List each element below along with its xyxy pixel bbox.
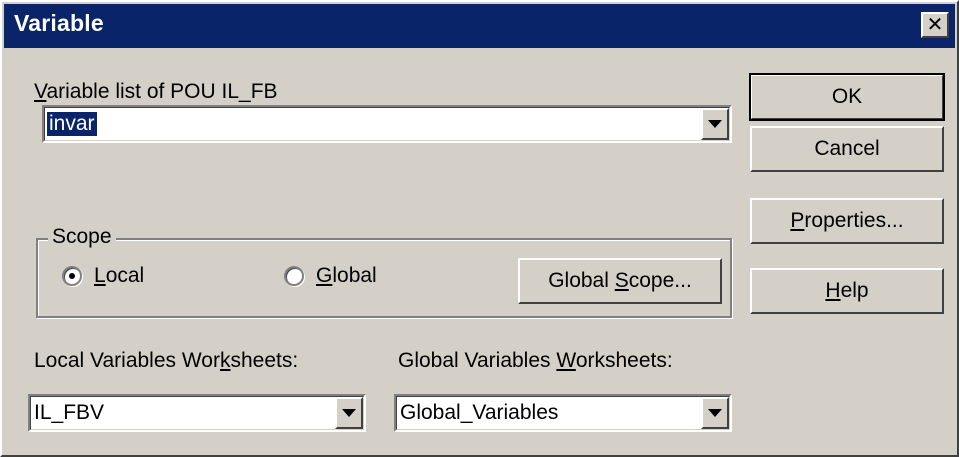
global-worksheets-combo[interactable]: Global_Variables bbox=[394, 394, 732, 432]
radio-selected-dot bbox=[69, 273, 75, 279]
local-worksheets-value: IL_FBV bbox=[34, 401, 105, 424]
ok-button[interactable]: OK bbox=[749, 73, 945, 121]
chevron-down-icon bbox=[708, 409, 722, 417]
chevron-down-icon bbox=[342, 409, 356, 417]
local-worksheets-combo[interactable]: IL_FBV bbox=[28, 394, 366, 432]
local-worksheets-dropdown-button[interactable] bbox=[335, 397, 363, 429]
title-bar[interactable]: Variable ✕ bbox=[4, 4, 955, 48]
chevron-down-icon bbox=[708, 120, 722, 128]
local-radio-label[interactable]: Local bbox=[94, 264, 144, 288]
variable-dialog: Variable ✕ Variable list of POU IL_FB in… bbox=[0, 0, 959, 457]
close-button[interactable]: ✕ bbox=[921, 12, 949, 38]
variable-combo[interactable]: invar bbox=[42, 105, 732, 143]
variable-list-label: Variable list of POU IL_FB bbox=[34, 80, 278, 103]
dialog-title: Variable bbox=[14, 10, 104, 36]
variable-dropdown-button[interactable] bbox=[701, 108, 729, 140]
cancel-button[interactable]: Cancel bbox=[750, 126, 944, 172]
global-radio[interactable] bbox=[284, 266, 304, 286]
scope-title: Scope bbox=[48, 225, 116, 249]
variable-input[interactable]: invar bbox=[47, 112, 97, 136]
local-worksheets-label: Local Variables Worksheets: bbox=[34, 349, 299, 372]
close-icon: ✕ bbox=[926, 14, 944, 36]
global-worksheets-dropdown-button[interactable] bbox=[701, 397, 729, 429]
local-radio[interactable] bbox=[62, 266, 82, 286]
global-worksheets-label: Global Variables Worksheets: bbox=[398, 349, 673, 372]
properties-button[interactable]: Properties... bbox=[750, 198, 944, 244]
global-scope-button[interactable]: Global Scope... bbox=[518, 258, 722, 304]
help-button[interactable]: Help bbox=[750, 268, 944, 314]
scope-groupbox: Scope Local Global Global Scope... bbox=[36, 225, 732, 318]
global-worksheets-value: Global_Variables bbox=[400, 401, 559, 424]
global-radio-label[interactable]: Global bbox=[316, 264, 377, 288]
